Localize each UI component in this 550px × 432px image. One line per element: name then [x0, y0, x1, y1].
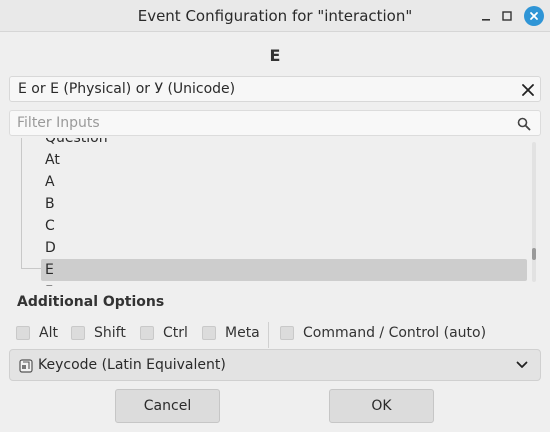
keycode-mode-value: Keycode (Latin Equivalent): [38, 357, 226, 373]
command-control-checkbox[interactable]: Command / Control (auto): [280, 325, 486, 341]
tree-item-f[interactable]: F: [41, 281, 527, 286]
clear-event-button[interactable]: [522, 79, 534, 101]
alt-checkbox-box[interactable]: [16, 326, 30, 340]
filter-box: [9, 110, 541, 136]
key-heading: E: [269, 46, 281, 65]
close-icon: [530, 12, 538, 20]
ctrl-checkbox[interactable]: Ctrl: [140, 325, 188, 341]
meta-checkbox-box[interactable]: [202, 326, 216, 340]
maximize-icon: [502, 11, 512, 21]
additional-options-heading: Additional Options: [17, 294, 165, 310]
shift-checkbox-box[interactable]: [71, 326, 85, 340]
event-description: E or E (Physical) or У (Unicode): [18, 81, 236, 97]
input-tree[interactable]: Question At A B C D E F: [9, 138, 541, 286]
chevron-down-icon: [516, 361, 528, 368]
ctrl-checkbox-box[interactable]: [140, 326, 154, 340]
title-bar: Event Configuration for "interaction": [0, 0, 550, 32]
shift-label: Shift: [94, 325, 126, 341]
window-title: Event Configuration for "interaction": [137, 7, 413, 25]
minimize-button[interactable]: [476, 6, 496, 26]
keycode-mode-select[interactable]: Keycode (Latin Equivalent): [9, 349, 541, 381]
ok-button[interactable]: OK: [329, 389, 434, 423]
shift-checkbox[interactable]: Shift: [71, 325, 126, 341]
alt-checkbox[interactable]: Alt: [16, 325, 58, 341]
event-description-box: E or E (Physical) or У (Unicode): [9, 76, 541, 102]
maximize-button[interactable]: [497, 6, 517, 26]
meta-checkbox[interactable]: Meta: [202, 325, 260, 341]
filter-input[interactable]: [17, 114, 507, 132]
cancel-button[interactable]: Cancel: [115, 389, 220, 423]
tree-guide-branch: [21, 268, 41, 269]
alt-label: Alt: [39, 325, 58, 341]
modifier-options: Alt Shift Ctrl Meta Command / Control (a…: [14, 322, 534, 348]
scrollbar-track[interactable]: [532, 142, 536, 282]
search-icon: [517, 117, 531, 131]
meta-label: Meta: [225, 325, 260, 341]
options-separator: [268, 322, 269, 348]
tree-guide-line: [21, 138, 22, 268]
tree-item-c[interactable]: C: [41, 215, 527, 237]
minimize-icon: [482, 19, 490, 21]
ctrl-label: Ctrl: [163, 325, 188, 341]
tree-item-b[interactable]: B: [41, 193, 527, 215]
keyboard-icon: [19, 359, 33, 373]
command-control-checkbox-box[interactable]: [280, 326, 294, 340]
tree-item-question[interactable]: Question: [41, 138, 527, 149]
tree-item-at[interactable]: At: [41, 149, 527, 171]
window-close-button[interactable]: [524, 6, 544, 26]
close-icon: [522, 84, 534, 96]
tree-item-a[interactable]: A: [41, 171, 527, 193]
tree-item-d[interactable]: D: [41, 237, 527, 259]
scrollbar-thumb[interactable]: [532, 248, 536, 260]
command-control-label: Command / Control (auto): [303, 325, 487, 341]
tree-item-e[interactable]: E: [41, 259, 527, 281]
